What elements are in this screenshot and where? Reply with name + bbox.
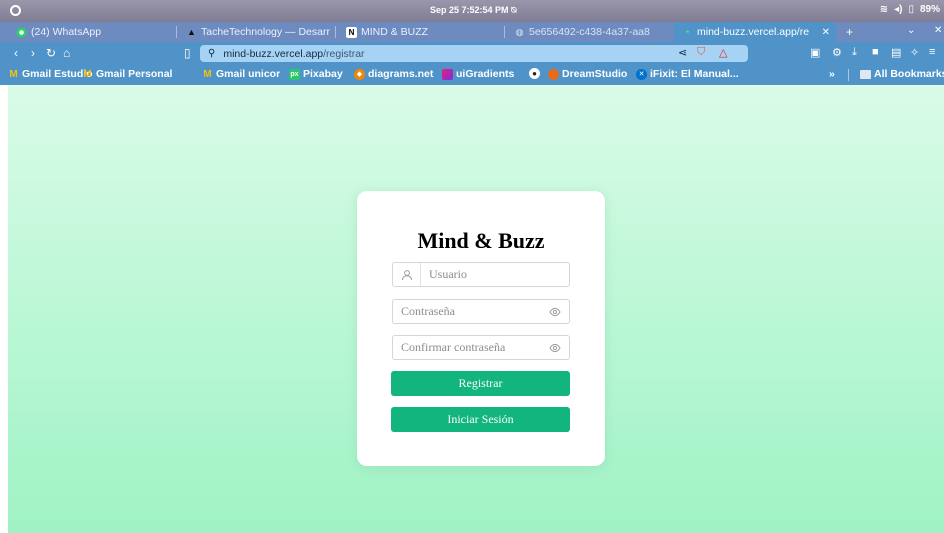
bookmark-label: Gmail Personal: [96, 68, 173, 80]
tab-tachetechnology[interactable]: ▲ TacheTechnology — Desarr: [178, 22, 330, 42]
volume-icon: ◂): [894, 4, 903, 15]
register-card: Mind & Buzz Usuario Contraseña Confirmar…: [357, 191, 605, 466]
bookmark-diagrams[interactable]: ◆ diagrams.net: [354, 68, 433, 80]
bookmark-gmail-personal[interactable]: M Gmail Personal: [82, 68, 172, 80]
home-icon[interactable]: ⌂: [63, 46, 70, 60]
github-icon: ●: [529, 68, 540, 79]
page-background: Mind & Buzz Usuario Contraseña Confirmar…: [8, 85, 944, 533]
url-host: mind-buzz.vercel.app: [223, 47, 324, 60]
bookmark-label: uiGradients: [456, 68, 515, 80]
app-title: Mind & Buzz: [417, 228, 545, 253]
tab-mind-buzz-notion[interactable]: N MIND & BUZZ: [338, 22, 498, 42]
tab-whatsapp[interactable]: (24) WhatsApp: [8, 22, 168, 42]
brave-rewards-icon[interactable]: △: [719, 46, 727, 59]
wifi-icon: ≋: [879, 4, 889, 15]
leo-icon[interactable]: ✧: [910, 46, 919, 59]
close-window-icon[interactable]: ✕: [934, 25, 942, 36]
sidebar-icon[interactable]: ■: [872, 46, 879, 58]
password-placeholder: Contraseña: [401, 304, 455, 318]
tab-separator: [335, 26, 336, 38]
notion-icon: N: [346, 26, 357, 38]
bookmarks-divider: [848, 69, 849, 81]
bitwarden-icon[interactable]: ▣: [810, 46, 820, 59]
menu-icon[interactable]: ≡: [929, 46, 935, 58]
tache-icon: ▲: [187, 27, 196, 37]
pixabay-icon: px: [289, 68, 300, 80]
confirm-password-placeholder: Confirmar contraseña: [401, 340, 506, 354]
address-bar[interactable]: ⚲ mind-buzz.vercel.app/registrar ⋖ ⛉ △: [200, 45, 748, 62]
tab-label: TacheTechnology — Desarr: [201, 26, 330, 38]
forward-icon[interactable]: ›: [31, 46, 35, 60]
diagrams-icon: ◆: [354, 68, 365, 80]
reload-icon[interactable]: ↻: [46, 46, 56, 60]
os-clock[interactable]: Sep 25 7:52:54 PM ⍉: [430, 5, 516, 16]
dreamstudio-icon: [548, 68, 559, 80]
battery-text: 89%: [919, 4, 940, 15]
wallet-icon[interactable]: ▤: [891, 46, 901, 59]
more-bookmarks-button[interactable]: »: [829, 68, 835, 80]
username-input[interactable]: Usuario: [392, 262, 570, 287]
notifications-off-icon: ⍉: [511, 5, 517, 15]
tab-strip: (24) WhatsApp ▲ TacheTechnology — Desarr…: [0, 22, 944, 42]
brave-shields-icon[interactable]: ⛉: [697, 46, 705, 59]
gmail-icon: M: [83, 68, 92, 80]
tab-separator: [504, 26, 505, 38]
register-button[interactable]: Registrar: [391, 371, 570, 396]
new-tab-icon[interactable]: +: [846, 25, 853, 39]
tab-uuid[interactable]: ◍ 5e656492-c438-4a37-aa8: [506, 22, 666, 42]
tab-label: mind-buzz.vercel.app/re: [697, 26, 810, 38]
uigradients-icon: [442, 68, 453, 80]
bookmark-label: iFixit: El Manual...: [650, 68, 739, 80]
bookmark-gmail-unicor[interactable]: M Gmail unicor: [202, 68, 280, 80]
password-input[interactable]: Contraseña: [392, 299, 570, 324]
ifixit-icon: ✕: [636, 68, 647, 80]
gmail-icon: M: [203, 68, 212, 80]
close-tab-icon[interactable]: ✕: [822, 27, 836, 38]
tab-separator: [176, 26, 177, 38]
extensions-icon[interactable]: ⚙: [832, 46, 842, 59]
bookmark-label: Gmail unicor: [216, 68, 281, 80]
bookmark-label: Pixabay: [303, 68, 343, 80]
tab-label: MIND & BUZZ: [361, 26, 429, 38]
os-top-bar: Sep 25 7:52:54 PM ⍉ ≋ ◂) ▯ 89%: [0, 0, 944, 22]
vercel-icon: ◓: [684, 27, 691, 37]
eye-icon[interactable]: [549, 342, 561, 354]
activities-icon[interactable]: [10, 5, 21, 16]
clock-text: Sep 25 7:52:54 PM: [430, 5, 509, 15]
bookmark-github[interactable]: ●: [529, 68, 540, 79]
all-bookmarks-label: All Bookmarks: [874, 68, 944, 80]
bookmark-uigradients[interactable]: uiGradients: [442, 68, 514, 80]
navigation-bar: ‹ › ↻ ⌂ ▯ ⚲ mind-buzz.vercel.app/registr…: [0, 42, 944, 65]
globe-icon: ◍: [515, 26, 524, 37]
bookmark-dreamstudio[interactable]: DreamStudio: [548, 68, 627, 80]
login-button[interactable]: Iniciar Sesión: [391, 407, 570, 432]
bookmark-ifixit[interactable]: ✕ iFixit: El Manual...: [636, 68, 739, 80]
bookmark-icon[interactable]: ▯: [184, 46, 191, 60]
username-placeholder: Usuario: [429, 267, 467, 281]
folder-icon: [860, 69, 871, 79]
share-icon[interactable]: ⋖: [678, 46, 687, 59]
bookmarks-bar: M Gmail Estudio M Gmail Personal M Gmail…: [0, 65, 944, 85]
bookmark-pixabay[interactable]: px Pixabay: [289, 68, 343, 80]
bookmark-label: diagrams.net: [368, 68, 434, 80]
user-icon: [393, 263, 421, 286]
all-bookmarks-button[interactable]: All Bookmarks: [860, 68, 944, 80]
tab-list-chevron-icon[interactable]: ⌄: [907, 25, 915, 36]
tab-label: 5e656492-c438-4a37-aa8: [529, 26, 650, 38]
download-icon[interactable]: ⤓: [852, 46, 857, 59]
system-tray[interactable]: ≋ ◂) ▯ 89%: [880, 4, 940, 15]
eye-icon[interactable]: [549, 306, 561, 318]
whatsapp-icon: [16, 27, 27, 38]
tab-mind-buzz-vercel[interactable]: ◓ mind-buzz.vercel.app/re ✕: [674, 22, 836, 42]
back-icon[interactable]: ‹: [14, 46, 18, 60]
gmail-icon: M: [9, 68, 18, 80]
confirm-password-input[interactable]: Confirmar contraseña: [392, 335, 570, 360]
battery-icon: ▯: [908, 4, 914, 15]
site-settings-icon[interactable]: ⚲: [208, 48, 215, 59]
tab-label: (24) WhatsApp: [31, 26, 102, 38]
url-path: /registrar: [323, 47, 365, 60]
bookmark-label: DreamStudio: [562, 68, 628, 80]
bookmark-gmail-estudio[interactable]: M Gmail Estudio: [8, 68, 92, 80]
